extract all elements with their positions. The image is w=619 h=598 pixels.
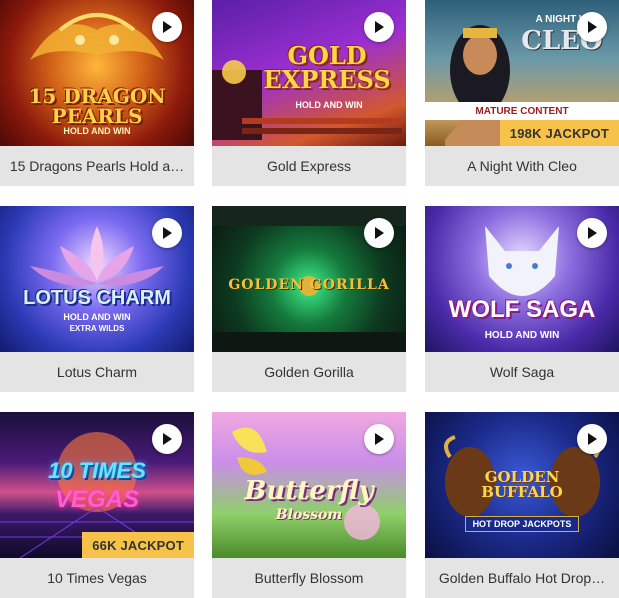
art-subtitle: HOLD AND WIN bbox=[295, 100, 363, 110]
play-icon bbox=[375, 227, 384, 239]
game-tile-golden-gorilla[interactable]: GOLDEN GORILLA Golden Gorilla bbox=[212, 206, 406, 392]
play-icon bbox=[375, 21, 384, 33]
game-title[interactable]: 10 Times Vegas bbox=[0, 558, 194, 598]
art-subtitle: HOT DROP JACKPOTS bbox=[465, 516, 579, 532]
play-button[interactable] bbox=[364, 424, 394, 454]
play-icon bbox=[588, 21, 597, 33]
game-thumbnail[interactable]: LOTUS CHARM HOLD AND WIN EXTRA WILDS bbox=[0, 206, 194, 352]
play-button[interactable] bbox=[152, 12, 182, 42]
game-tile-a-night-with-cleo[interactable]: A NIGHT W CLEO MATURE CONTENT 198K JACKP… bbox=[425, 0, 619, 186]
game-thumbnail[interactable]: GOLDEN GORILLA bbox=[212, 206, 406, 352]
jackpot-badge: 198K JACKPOT bbox=[499, 120, 619, 146]
art-title: WOLF SAGA bbox=[448, 296, 596, 323]
game-tile-lotus-charm[interactable]: LOTUS CHARM HOLD AND WIN EXTRA WILDS Lot… bbox=[0, 206, 194, 392]
art-title: GOLD EXPRESS bbox=[263, 41, 391, 94]
game-title[interactable]: Gold Express bbox=[212, 146, 406, 186]
art-title-2: VEGAS bbox=[54, 486, 140, 513]
play-button[interactable] bbox=[577, 12, 607, 42]
art-title: LOTUS CHARM bbox=[23, 287, 171, 309]
play-button[interactable] bbox=[577, 218, 607, 248]
art-title: GOLDEN GORILLA bbox=[228, 277, 390, 293]
game-tile-10-times-vegas[interactable]: 10 TIMES VEGAS 66K JACKPOT 10 Times Vega… bbox=[0, 412, 194, 598]
play-icon bbox=[163, 433, 172, 445]
play-icon bbox=[163, 227, 172, 239]
game-tile-golden-buffalo[interactable]: GOLDEN BUFFALO HOT DROP JACKPOTS Golden … bbox=[425, 412, 619, 598]
game-tile-wolf-saga[interactable]: WOLF SAGA HOLD AND WIN Wolf Saga bbox=[425, 206, 619, 392]
play-button[interactable] bbox=[364, 218, 394, 248]
art-subtitle-2: EXTRA WILDS bbox=[69, 324, 125, 333]
mature-content-label: MATURE CONTENT bbox=[425, 102, 619, 120]
game-thumbnail[interactable]: 15 DRAGON PEARLS HOLD AND WIN bbox=[0, 0, 194, 146]
play-button[interactable] bbox=[152, 218, 182, 248]
game-title[interactable]: Butterfly Blossom bbox=[212, 558, 406, 598]
game-title[interactable]: Golden Gorilla bbox=[212, 352, 406, 392]
game-tile-gold-express[interactable]: GOLD EXPRESS HOLD AND WIN Gold Express bbox=[212, 0, 406, 186]
art-title: Butterfly bbox=[244, 476, 374, 506]
game-tile-butterfly-blossom[interactable]: Butterfly Blossom Butterfly Blossom bbox=[212, 412, 406, 598]
play-icon bbox=[588, 227, 597, 239]
game-title[interactable]: Lotus Charm bbox=[0, 352, 194, 392]
game-thumbnail[interactable]: 10 TIMES VEGAS 66K JACKPOT bbox=[0, 412, 194, 558]
game-thumbnail[interactable]: WOLF SAGA HOLD AND WIN bbox=[425, 206, 619, 352]
play-button[interactable] bbox=[577, 424, 607, 454]
game-title[interactable]: Wolf Saga bbox=[425, 352, 619, 392]
play-icon bbox=[163, 21, 172, 33]
art-title: 10 TIMES bbox=[48, 458, 146, 483]
jackpot-badge: 66K JACKPOT bbox=[82, 532, 194, 558]
play-icon bbox=[588, 433, 597, 445]
game-thumbnail[interactable]: A NIGHT W CLEO MATURE CONTENT 198K JACKP… bbox=[425, 0, 619, 146]
game-thumbnail[interactable]: Butterfly Blossom bbox=[212, 412, 406, 558]
art-title: 15 DRAGON PEARLS bbox=[28, 84, 166, 128]
play-button[interactable] bbox=[152, 424, 182, 454]
art-subtitle: HOLD AND WIN bbox=[484, 330, 560, 341]
game-title[interactable]: A Night With Cleo bbox=[425, 146, 619, 186]
art-title: GOLDEN BUFFALO bbox=[481, 468, 563, 501]
art-subtitle: HOLD AND WIN bbox=[63, 126, 131, 136]
game-thumbnail[interactable]: GOLDEN BUFFALO HOT DROP JACKPOTS bbox=[425, 412, 619, 558]
game-title[interactable]: Golden Buffalo Hot Drop… bbox=[425, 558, 619, 598]
game-thumbnail[interactable]: GOLD EXPRESS HOLD AND WIN bbox=[212, 0, 406, 146]
game-tile-15-dragon-pearls[interactable]: 15 DRAGON PEARLS HOLD AND WIN 15 Dragons… bbox=[0, 0, 194, 186]
art-subtitle: HOLD AND WIN bbox=[63, 312, 131, 322]
art-title-2: Blossom bbox=[275, 507, 343, 523]
game-title[interactable]: 15 Dragons Pearls Hold a… bbox=[0, 146, 194, 186]
play-button[interactable] bbox=[364, 12, 394, 42]
play-icon bbox=[375, 433, 384, 445]
game-grid: 15 DRAGON PEARLS HOLD AND WIN 15 Dragons… bbox=[0, 0, 619, 598]
